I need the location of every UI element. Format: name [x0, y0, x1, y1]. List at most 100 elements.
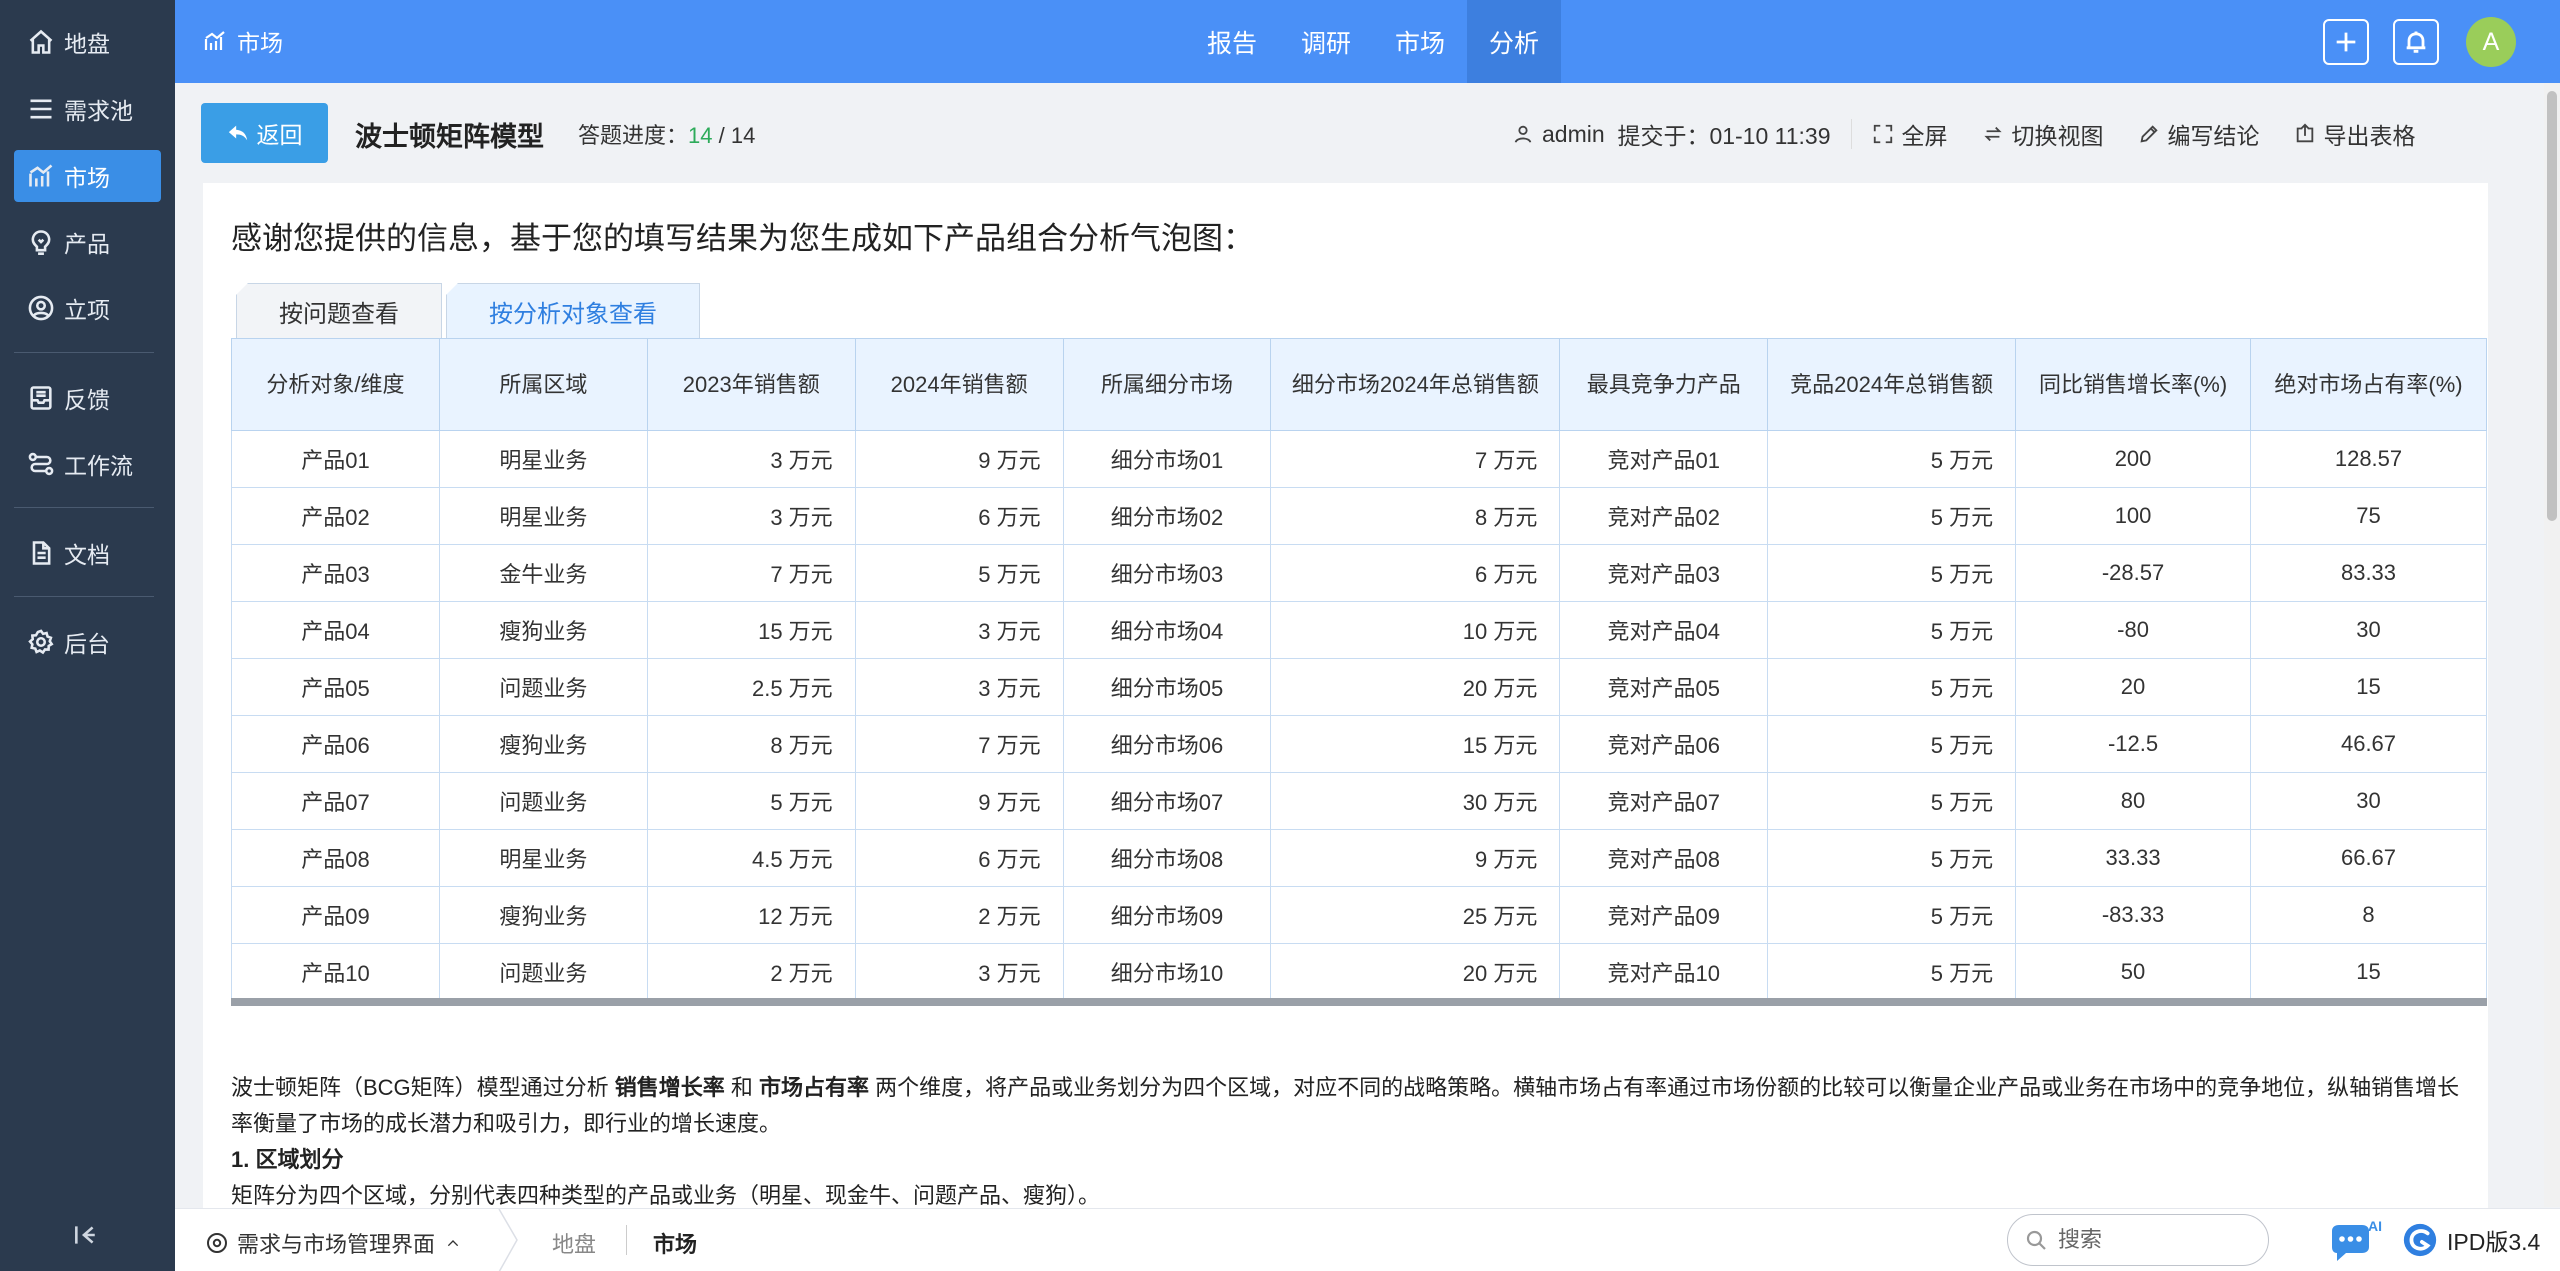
- chart-icon: [26, 161, 56, 191]
- pencil-icon: [2140, 125, 2158, 143]
- vertical-scrollbar[interactable]: [2544, 83, 2560, 1207]
- export-table-button[interactable]: 导出表格: [2294, 117, 2416, 151]
- table-cell: 竞对产品01: [1559, 430, 1769, 488]
- sidebar-item-admin[interactable]: 后台: [14, 616, 161, 668]
- scrollbar-thumb[interactable]: [2547, 91, 2557, 521]
- content-card: 感谢您提供的信息，基于您的填写结果为您生成如下产品组合分析气泡图： 按问题查看 …: [203, 183, 2488, 1208]
- page-header: 返回 波士顿矩阵模型 答题进度：14 / 14 admin 提交于：01-10 …: [175, 83, 2544, 183]
- sidebar-item-project[interactable]: 立项: [14, 282, 161, 334]
- table-cell: 7 万元: [1270, 430, 1561, 488]
- write-conclusion-button[interactable]: 编写结论: [2138, 117, 2260, 151]
- topbar: 市场 报告 调研 市场 分析 A: [175, 0, 2560, 83]
- sidebar-item-label: 反馈: [64, 387, 110, 413]
- table-cell: 15 万元: [1270, 715, 1561, 773]
- table-cell: 竞对产品07: [1559, 772, 1769, 830]
- notifications-button[interactable]: [2393, 19, 2439, 65]
- table-cell: 竞对产品09: [1559, 886, 1769, 944]
- sidebar-item-label: 地盘: [64, 31, 110, 57]
- view-tabs: 按问题查看 按分析对象查看: [236, 283, 704, 339]
- table-cell: 产品05: [231, 658, 440, 716]
- nav-analysis[interactable]: 分析: [1467, 0, 1562, 83]
- sidebar-item-product[interactable]: 产品: [14, 216, 161, 268]
- breadcrumb-separator: [495, 1208, 525, 1271]
- table-cell: 30: [2250, 601, 2487, 659]
- user-icon: [1514, 125, 1532, 143]
- table-row: 产品09 瘦狗业务 12 万元 2 万元 细分市场09 25 万元 竞对产品09 5 万元 -8…: [231, 886, 2487, 944]
- header-actions: admin 提交于：01-10 11:39 全屏 切换视图 编写结论 导出表格: [1512, 117, 2416, 151]
- table-cell: 细分市场07: [1062, 772, 1272, 830]
- topbar-title: 市场: [203, 24, 283, 58]
- bulb-icon: [26, 227, 56, 257]
- table-cell: -28.57: [2015, 544, 2251, 602]
- sidebar-item-market[interactable]: 市场: [14, 150, 161, 202]
- add-button[interactable]: [2323, 19, 2369, 65]
- tab-by-question[interactable]: 按问题查看: [236, 283, 442, 339]
- table-cell: 产品02: [231, 487, 440, 545]
- back-button[interactable]: 返回: [201, 103, 328, 163]
- table-cell: 30: [2250, 772, 2487, 830]
- table-cell: 产品10: [231, 943, 440, 1001]
- table-cell: 5 万元: [1767, 715, 2017, 773]
- sidebar-item-demand-pool[interactable]: 需求池: [14, 83, 161, 135]
- nav-research[interactable]: 调研: [1279, 0, 1373, 83]
- table-row: 产品02 明星业务 3 万元 6 万元 细分市场02 8 万元 竞对产品02 5 万元 100 7…: [231, 487, 2487, 545]
- column-header: 2024年销售额: [854, 338, 1064, 431]
- table-cell: -83.33: [2015, 886, 2251, 944]
- table-cell: 竞对产品02: [1559, 487, 1769, 545]
- table-cell: 80: [2015, 772, 2251, 830]
- table-cell: 3 万元: [854, 658, 1064, 716]
- sidebar-item-workflow[interactable]: 工作流: [14, 438, 161, 490]
- sidebar-item-label: 后台: [64, 631, 110, 657]
- nav-report[interactable]: 报告: [1185, 0, 1279, 83]
- tab-by-object[interactable]: 按分析对象查看: [446, 283, 700, 339]
- search-input[interactable]: [2058, 1227, 2238, 1253]
- svg-text:AI: AI: [2368, 1218, 2382, 1234]
- fullscreen-button[interactable]: 全屏: [1872, 117, 1948, 151]
- user-circle-icon: [26, 293, 56, 323]
- version-label: IPD版3.4: [2401, 1221, 2540, 1259]
- sidebar-item-label: 需求池: [64, 98, 133, 124]
- top-nav: 报告 调研 市场 分析: [1185, 0, 1562, 83]
- breadcrumb-market[interactable]: 市场: [653, 1227, 697, 1259]
- export-icon: [2296, 123, 2313, 143]
- table-cell: 8: [2250, 886, 2487, 944]
- bottom-bar: 需求与市场管理界面 地盘 市场 AI IPD版3.4: [175, 1208, 2560, 1271]
- table-cell: 细分市场05: [1062, 658, 1272, 716]
- table-cell: 2 万元: [854, 886, 1064, 944]
- gear-icon: [207, 1233, 227, 1253]
- sidebar-item-feedback[interactable]: 反馈: [14, 372, 161, 424]
- table-cell: 12 万元: [646, 886, 856, 944]
- table-cell: 9 万元: [854, 772, 1064, 830]
- sidebar-item-label: 工作流: [64, 453, 133, 479]
- switch-icon: [1983, 126, 2002, 142]
- table-row: 产品10 问题业务 2 万元 3 万元 细分市场10 20 万元 竞对产品10 5 万元 50 1…: [231, 943, 2487, 1001]
- table-cell: 6 万元: [854, 829, 1064, 887]
- nav-market[interactable]: 市场: [1373, 0, 1467, 83]
- table-cell: 3 万元: [646, 430, 856, 488]
- table-cell: 9 万元: [1270, 829, 1561, 887]
- table-cell: 8 万元: [646, 715, 856, 773]
- table-cell: 5 万元: [1767, 658, 2017, 716]
- table-cell: 瘦狗业务: [438, 886, 648, 944]
- table-cell: 问题业务: [438, 658, 648, 716]
- search-icon: [2026, 1230, 2046, 1250]
- page-title: 波士顿矩阵模型: [355, 122, 544, 152]
- horizontal-scrollbar[interactable]: [231, 998, 2487, 1006]
- table-cell: 5 万元: [1767, 772, 2017, 830]
- avatar[interactable]: A: [2466, 17, 2516, 67]
- sidebar-item-documents[interactable]: 文档: [14, 527, 161, 579]
- table-cell: 细分市场02: [1062, 487, 1272, 545]
- table-cell: 细分市场10: [1062, 943, 1272, 1001]
- search-box[interactable]: [2007, 1214, 2269, 1266]
- table-cell: 8 万元: [1270, 487, 1561, 545]
- table-cell: 66.67: [2250, 829, 2487, 887]
- breadcrumb-root[interactable]: 需求与市场管理界面: [205, 1227, 469, 1259]
- document-icon: [26, 538, 56, 568]
- ai-assistant-icon[interactable]: AI: [2328, 1217, 2384, 1265]
- switch-view-button[interactable]: 切换视图: [1982, 117, 2104, 151]
- collapse-sidebar-icon[interactable]: [72, 1222, 102, 1252]
- sidebar-item-home[interactable]: 地盘: [14, 16, 161, 68]
- bell-icon: [2406, 31, 2426, 53]
- breadcrumb-home[interactable]: 地盘: [552, 1227, 596, 1259]
- table-cell: 33.33: [2015, 829, 2251, 887]
